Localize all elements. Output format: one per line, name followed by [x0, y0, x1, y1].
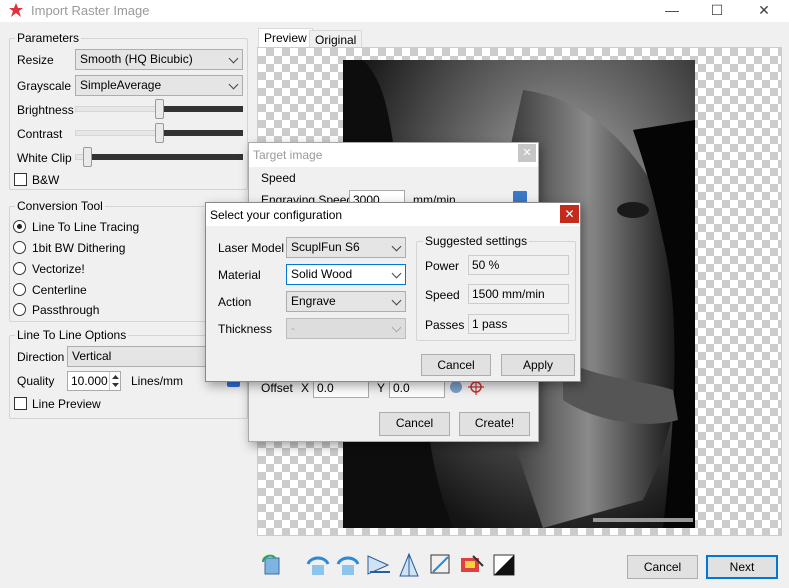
app-logo-icon: [9, 3, 23, 17]
center-icon[interactable]: [450, 381, 462, 393]
chevron-down-icon: [228, 79, 239, 90]
offset-y-label: Y: [377, 381, 386, 395]
conversion-radio-3[interactable]: [13, 283, 26, 296]
window-title: Import Raster Image: [31, 3, 150, 18]
offset-label: Offset: [261, 381, 293, 395]
line-preview-checkbox[interactable]: [14, 397, 27, 410]
suggested-settings-label: Suggested settings: [423, 234, 530, 248]
power-label: Power: [425, 259, 460, 273]
cancel-button[interactable]: Cancel: [627, 555, 698, 579]
conversion-option-label: 1bit BW Dithering: [32, 241, 126, 255]
stepper-arrows-icon: [112, 375, 119, 387]
grayscale-label: Grayscale: [17, 79, 72, 93]
speed-value: 1500 mm/min: [468, 284, 569, 304]
target-cancel-button[interactable]: Cancel: [379, 412, 450, 436]
chevron-down-icon: [391, 322, 402, 333]
conversion-option-label: Line To Line Tracing: [32, 220, 140, 234]
flip-horizontal-icon[interactable]: [305, 552, 331, 578]
conversion-radio-1[interactable]: [13, 241, 26, 254]
line-options-group-label: Line To Line Options: [15, 328, 129, 342]
action-label: Action: [218, 295, 252, 309]
conversion-option-label: Passthrough: [32, 303, 100, 317]
offset-x-label: X: [301, 381, 310, 395]
quality-stepper[interactable]: [109, 372, 120, 390]
conversion-option-label: Vectorize!: [32, 262, 85, 276]
close-window-button[interactable]: ✕: [742, 0, 786, 22]
contrast-label: Contrast: [17, 127, 63, 141]
invert-icon[interactable]: [491, 552, 517, 578]
quality-unit: Lines/mm: [131, 374, 184, 388]
laser-model-label: Laser Model: [218, 241, 285, 255]
resize-label: Resize: [17, 53, 54, 67]
conversion-radio-2[interactable]: [13, 262, 26, 275]
resize-icon[interactable]: [428, 552, 454, 578]
white-clip-slider-thumb[interactable]: [83, 147, 92, 167]
target-image-close-button[interactable]: ✕: [518, 144, 536, 162]
target-image-title: Target image: [253, 148, 323, 162]
action-select[interactable]: Engrave: [286, 291, 406, 312]
image-edit-icon[interactable]: [459, 552, 485, 578]
power-value: 50 %: [468, 255, 569, 275]
mirror-icon[interactable]: [366, 552, 392, 578]
chevron-down-icon: [391, 295, 402, 306]
speed-label: Speed: [425, 288, 460, 302]
configuration-close-button[interactable]: ✕: [560, 205, 579, 223]
create-button[interactable]: Create!: [459, 412, 530, 436]
configuration-title: Select your configuration: [210, 208, 343, 222]
crop-icon[interactable]: [396, 552, 422, 578]
conversion-tool-group-label: Conversion Tool: [15, 199, 105, 213]
white-clip-slider[interactable]: [75, 147, 243, 167]
chevron-down-icon: [391, 268, 402, 279]
brightness-label: Brightness: [17, 103, 74, 117]
rotate-left-icon[interactable]: [259, 552, 285, 578]
material-label: Material: [218, 268, 261, 282]
thickness-select[interactable]: -: [286, 318, 406, 339]
apply-button[interactable]: Apply: [501, 354, 575, 376]
title-bar: Import Raster Image — ☐ ✕: [0, 0, 789, 22]
laser-model-select[interactable]: ScuplFun S6: [286, 237, 406, 258]
chevron-down-icon: [228, 53, 239, 64]
resize-select[interactable]: Smooth (HQ Bicubic): [75, 49, 243, 70]
contrast-slider-thumb[interactable]: [155, 123, 164, 143]
brightness-slider-thumb[interactable]: [155, 99, 164, 119]
passes-value: 1 pass: [468, 314, 569, 334]
conversion-radio-4[interactable]: [13, 303, 26, 316]
passes-label: Passes: [425, 318, 465, 332]
conversion-option-label: Centerline: [32, 283, 87, 297]
quality-label: Quality: [17, 374, 55, 388]
flip-vertical-icon[interactable]: [335, 552, 361, 578]
material-select[interactable]: Solid Wood: [286, 264, 406, 285]
next-button[interactable]: Next: [706, 555, 778, 579]
white-clip-label: White Clip: [17, 151, 72, 165]
contrast-slider[interactable]: [75, 123, 243, 143]
chevron-down-icon: [391, 241, 402, 252]
brightness-slider[interactable]: [75, 99, 243, 119]
direction-label: Direction: [17, 350, 65, 364]
grayscale-select[interactable]: SimpleAverage: [75, 75, 243, 96]
maximize-button[interactable]: ☐: [695, 0, 739, 22]
minimize-button[interactable]: —: [650, 0, 694, 22]
speed-group-label: Speed: [261, 171, 296, 185]
line-preview-label: Line Preview: [32, 397, 101, 411]
parameters-group-label: Parameters: [15, 31, 82, 45]
conversion-radio-0[interactable]: [13, 220, 26, 233]
config-cancel-button[interactable]: Cancel: [421, 354, 491, 376]
bw-checkbox[interactable]: [14, 173, 27, 186]
bw-label: B&W: [32, 173, 60, 187]
tab-preview[interactable]: Preview: [258, 28, 313, 49]
thickness-label: Thickness: [218, 322, 273, 336]
